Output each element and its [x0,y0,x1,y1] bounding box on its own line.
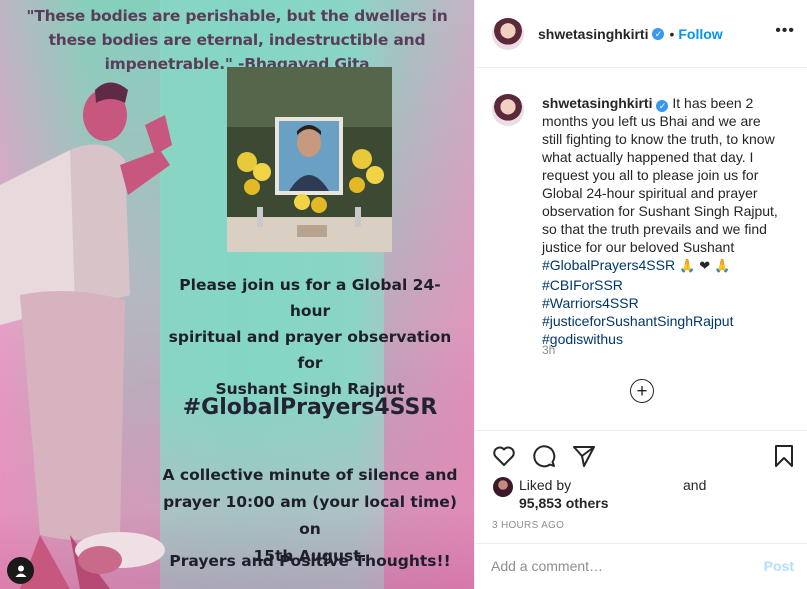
likes-count-link[interactable]: 95,853 others [519,495,609,511]
post-side-panel: shwetasinghkirti ✓ • Follow ••• shwetasi… [474,0,807,589]
share-button[interactable] [571,443,597,469]
comment-button[interactable] [531,443,557,469]
hashtag-link[interactable]: #GlobalPrayers4SSR [542,257,675,273]
post-timestamp[interactable]: 3 HOURS AGO [492,520,564,531]
collective-line-2: prayer 10:00 am (your local time) on [163,493,457,538]
like-button[interactable] [491,443,517,469]
liked-by-label: Liked by [519,477,572,493]
caption-text: It has been 2 months you left us Bhai an… [542,95,778,255]
author-avatar[interactable] [492,17,524,50]
post-comment-button[interactable]: Post [764,558,794,574]
caption-comment: shwetasinghkirti ✓ It has been 2 months y… [492,94,792,348]
pray-heart-emojis: 🙏 ❤ 🙏 [678,259,731,274]
join-line-1: Please join us for a Global 24-hour [179,276,441,320]
hashtag-link[interactable]: #godiswithus [542,330,782,348]
caption-body: shwetasinghkirti ✓ It has been 2 months y… [542,94,782,348]
hashtag-link[interactable]: #justiceforSushantSinghRajput [542,312,782,330]
verified-badge-icon: ✓ [652,27,665,40]
tagged-users-button[interactable] [7,557,34,584]
prayers-line: Prayers and Positive Thoughts!! [169,552,451,570]
comment-icon [533,445,556,468]
more-options-icon[interactable]: ••• [775,23,795,39]
author-username[interactable]: shwetasinghkirti [538,26,648,42]
separator-dot: • [669,25,675,42]
caption-verified-icon: ✓ [656,100,669,112]
heart-icon [493,446,515,466]
liker-avatar[interactable] [493,477,513,497]
comment-input[interactable] [491,558,741,574]
post-image[interactable]: "These bodies are perishable, but the dw… [0,0,474,589]
caption-avatar[interactable] [492,94,524,126]
collective-line-1: A collective minute of silence and [162,466,458,484]
post-header: shwetasinghkirti ✓ • Follow ••• [475,0,807,68]
poster-hashtag: #GlobalPrayers4SSR [182,395,438,420]
save-button[interactable] [771,443,797,469]
join-message: Please join us for a Global 24-hour spir… [160,272,460,402]
user-icon [15,565,26,577]
add-comment-bar: Post [475,543,807,589]
paper-plane-icon [573,446,595,467]
hashtag-link[interactable]: #CBIForSSR [542,276,782,294]
caption-time: 3h [542,343,556,357]
follow-button[interactable]: Follow [678,26,722,42]
memorial-photo [227,67,392,252]
likes-summary: Liked by and 95,853 others [493,476,793,516]
caption-username[interactable]: shwetasinghkirti [542,95,652,111]
bookmark-icon [775,445,793,467]
load-more-comments-icon[interactable]: + [630,379,654,403]
hashtag-link[interactable]: #Warriors4SSR [542,294,782,312]
post-actions [475,430,807,480]
likes-and-label: and [683,477,707,493]
join-line-2: spiritual and prayer observation for [168,328,452,372]
